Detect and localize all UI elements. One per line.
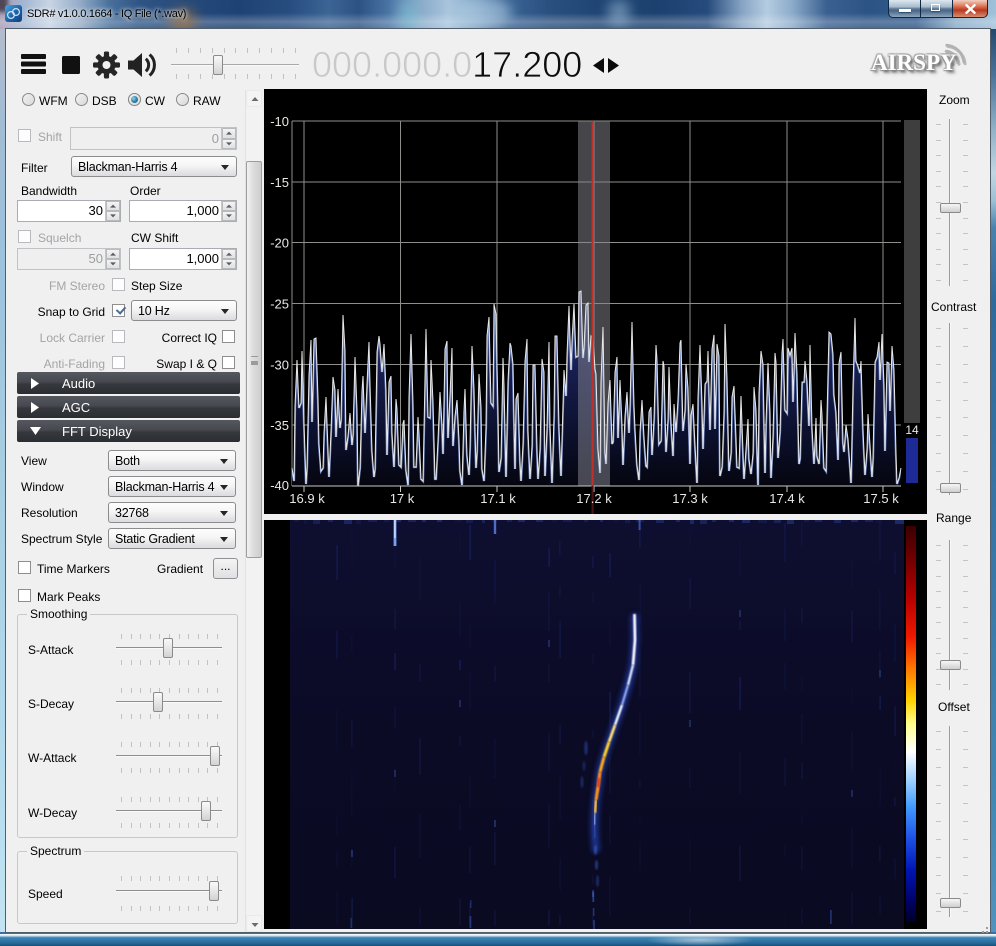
svg-text:17.3 k: 17.3 k <box>672 491 708 506</box>
svg-text:-20: -20 <box>270 236 289 251</box>
svg-text:16.9 k: 16.9 k <box>289 491 325 506</box>
svg-text:17 k: 17 k <box>390 491 415 506</box>
svg-text:14: 14 <box>905 423 919 437</box>
svg-text:17.2 k: 17.2 k <box>576 491 612 506</box>
svg-text:17.1 k: 17.1 k <box>480 491 516 506</box>
svg-text:-30: -30 <box>270 357 289 372</box>
svg-text:-10: -10 <box>270 114 289 129</box>
svg-text:-25: -25 <box>270 297 289 312</box>
svg-text:17.4 k: 17.4 k <box>769 491 805 506</box>
svg-text:-40: -40 <box>270 478 289 493</box>
svg-text:-15: -15 <box>270 175 289 190</box>
svg-text:-35: -35 <box>270 418 289 433</box>
svg-text:17.5 k: 17.5 k <box>863 491 899 506</box>
